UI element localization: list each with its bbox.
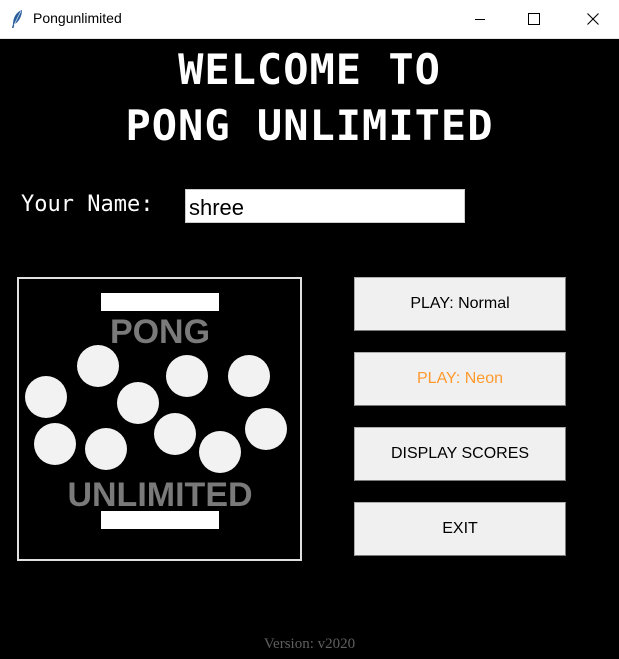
logo-bottom-paddle xyxy=(101,511,219,529)
display-scores-button[interactable]: DISPLAY SCORES xyxy=(354,427,566,481)
app-name-heading: PONG UNLIMITED xyxy=(125,101,494,150)
logo-ball xyxy=(77,345,119,387)
play-normal-button[interactable]: PLAY: Normal xyxy=(354,277,566,331)
logo-ball xyxy=(34,423,76,465)
minimize-button[interactable] xyxy=(457,0,503,38)
logo-balls xyxy=(25,345,287,473)
exit-button[interactable]: EXIT xyxy=(354,502,566,556)
logo-ball xyxy=(228,355,270,397)
feather-icon xyxy=(10,9,24,29)
name-input[interactable] xyxy=(185,189,465,223)
logo-ball xyxy=(117,382,159,424)
logo-ball xyxy=(166,355,208,397)
logo-ball xyxy=(154,413,196,455)
logo-top-paddle xyxy=(101,293,219,311)
logo-ball xyxy=(25,376,67,418)
title-bar[interactable]: Pongunlimited xyxy=(0,0,619,39)
close-icon xyxy=(587,13,599,25)
app-window: Pongunlimited WELCOME TO PONG UNLIMITED … xyxy=(0,0,619,659)
play-neon-button[interactable]: PLAY: Neon xyxy=(354,352,566,406)
welcome-heading: WELCOME TO xyxy=(178,45,441,94)
logo-ball xyxy=(199,431,241,473)
main-content: WELCOME TO PONG UNLIMITED Your Name: PON… xyxy=(0,39,619,659)
maximize-button[interactable] xyxy=(511,0,557,38)
name-label: Your Name: xyxy=(21,192,154,217)
logo-ball xyxy=(245,408,287,450)
version-label: Version: v2020 xyxy=(263,636,356,652)
window-title: Pongunlimited xyxy=(33,10,122,26)
pong-logo-graphic: PONG UNLIMITED xyxy=(25,293,287,529)
maximize-icon xyxy=(528,13,540,25)
logo-ball xyxy=(85,428,127,470)
close-button[interactable] xyxy=(570,0,616,38)
minimize-icon xyxy=(474,13,486,25)
logo-bottom-text: UNLIMITED xyxy=(67,476,252,514)
pong-logo: PONG UNLIMITED xyxy=(17,277,302,561)
logo-top-text: PONG xyxy=(110,313,210,351)
